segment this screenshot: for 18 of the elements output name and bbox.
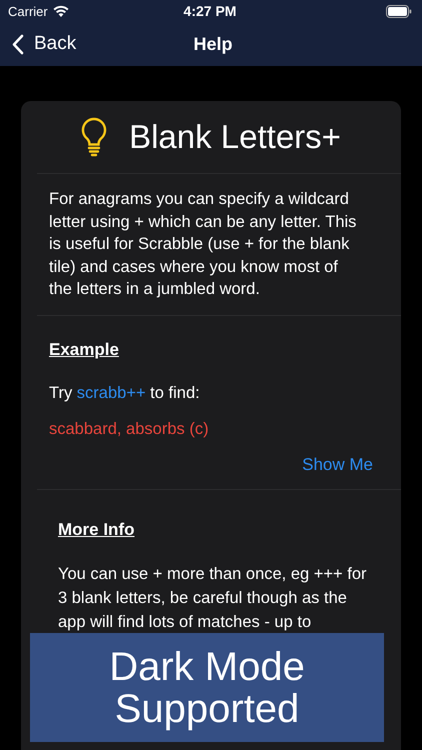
nav-title: Help: [193, 34, 232, 54]
more-info-heading: More Info: [58, 520, 136, 540]
back-button[interactable]: Back: [12, 33, 102, 55]
example-result: scabbard, absorbs (c): [49, 419, 210, 440]
battery-icon: [386, 4, 412, 18]
wifi-icon: [52, 5, 69, 17]
example-link[interactable]: scrabb++: [76, 384, 146, 402]
more-info-paragraph: You can use + more than once, eg +++ for 3 blank letters, be careful though as the app will find lots of matches - up to: [58, 564, 368, 632]
example-heading: Example: [49, 340, 120, 360]
carrier-label: Carrier: [8, 4, 48, 18]
example-sentence: Try scrabb++ to find:: [49, 382, 201, 404]
back-chevron-icon: [12, 34, 24, 54]
intro-paragraph: For anagrams you can specify a wildcard letter using + which can be any letter. This is useful for Scrabble (use + for the blank tile) and cases where you know most of the letters in a jumbled word.: [49, 189, 358, 300]
show-me-button[interactable]: Show Me: [302, 454, 385, 474]
status-time: 4:27 PM: [184, 3, 236, 19]
promo-banner: Dark Mode Supported: [30, 633, 384, 742]
lightbulb-icon: [81, 117, 108, 157]
card-title: Blank Letters+: [129, 118, 341, 156]
